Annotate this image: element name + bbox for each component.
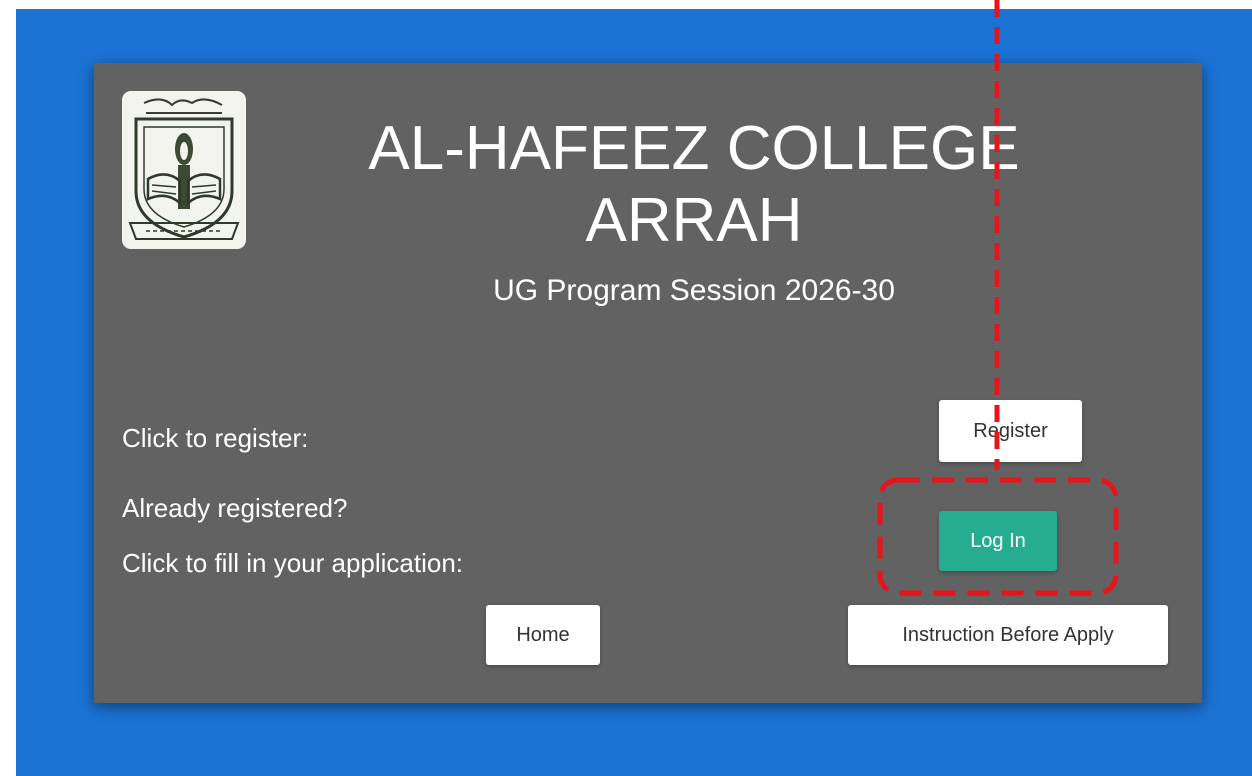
register-prompt: Click to register: bbox=[122, 423, 309, 453]
admission-card: AL-HAFEEZ COLLEGE ARRAH UG Program Sessi… bbox=[94, 63, 1202, 703]
already-registered-label: Already registered? bbox=[122, 493, 348, 523]
college-title: AL-HAFEEZ COLLEGE ARRAH bbox=[294, 113, 1094, 257]
fill-application-prompt: Click to fill in your application: bbox=[122, 548, 464, 578]
login-button[interactable]: Log In bbox=[939, 511, 1057, 571]
page-background: AL-HAFEEZ COLLEGE ARRAH UG Program Sessi… bbox=[16, 9, 1252, 776]
instruction-before-apply-button[interactable]: Instruction Before Apply bbox=[848, 605, 1168, 665]
college-title-line1: AL-HAFEEZ COLLEGE bbox=[368, 114, 1020, 183]
session-subtitle: UG Program Session 2026-30 bbox=[493, 274, 895, 307]
college-title-line2: ARRAH bbox=[585, 186, 803, 255]
home-button[interactable]: Home bbox=[486, 605, 600, 665]
register-button[interactable]: Register bbox=[939, 400, 1082, 462]
college-logo bbox=[122, 91, 246, 249]
college-emblem-icon bbox=[128, 98, 240, 240]
